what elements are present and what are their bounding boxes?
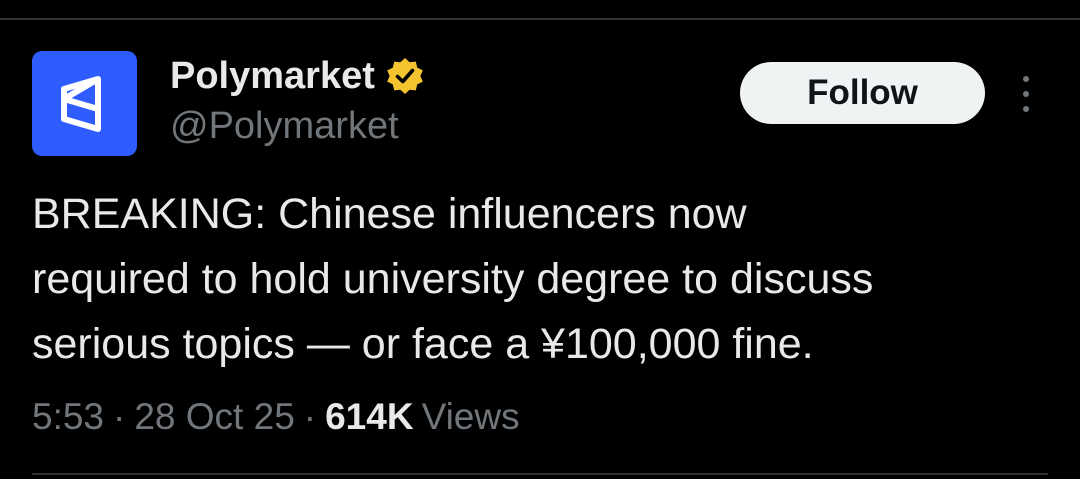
- top-divider: [0, 18, 1080, 20]
- more-options-icon[interactable]: [1012, 76, 1040, 112]
- author-display-name[interactable]: Polymarket: [170, 53, 375, 99]
- avatar[interactable]: [32, 51, 137, 156]
- polymarket-logo-icon: [60, 75, 101, 132]
- tweet-date[interactable]: 28 Oct 25: [134, 393, 294, 441]
- meta-separator: ·: [113, 396, 126, 437]
- tweet-meta: 5:53 · 28 Oct 25 · 614K Views: [32, 393, 520, 441]
- meta-separator: ·: [303, 396, 317, 437]
- views-label[interactable]: Views: [422, 393, 520, 441]
- tweet-time[interactable]: 5:53: [32, 393, 104, 441]
- bottom-divider: [32, 473, 1048, 475]
- verified-badge-icon: [387, 58, 423, 94]
- more-dot: [1023, 76, 1029, 82]
- author-name-row[interactable]: Polymarket: [170, 53, 425, 99]
- more-dot: [1023, 91, 1029, 97]
- author-handle[interactable]: @Polymarket: [170, 103, 399, 149]
- more-dot: [1023, 106, 1029, 112]
- follow-button[interactable]: Follow: [740, 62, 985, 124]
- tweet-text: BREAKING: Chinese influencers now requir…: [32, 190, 874, 368]
- views-count[interactable]: 614K: [325, 393, 413, 441]
